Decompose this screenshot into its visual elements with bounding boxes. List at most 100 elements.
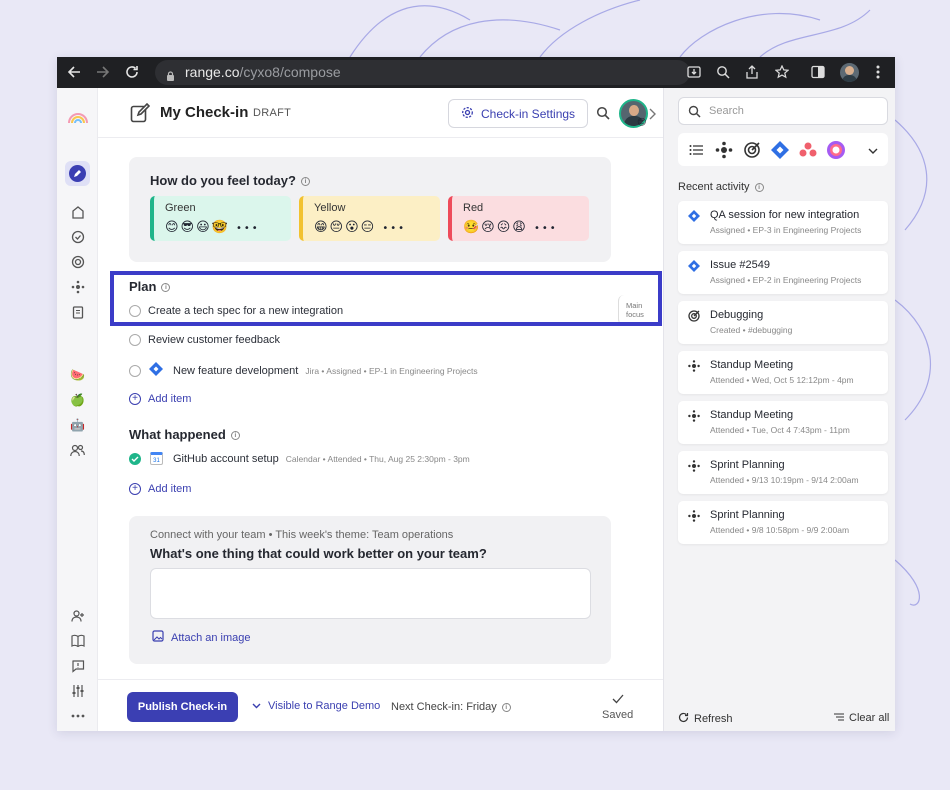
mood-option-red[interactable]: Red 🤒😢😖😩 ••• [448, 196, 589, 241]
install-icon[interactable] [686, 64, 702, 80]
check-circle-icon[interactable] [69, 228, 86, 245]
mood-card: How do you feel today? i Green 😊😎😃🤓 ••• Y… [129, 157, 611, 262]
meetings-filter-icon[interactable] [712, 138, 735, 161]
sidebar-search-input[interactable]: Search [678, 97, 888, 125]
target-icon [688, 310, 700, 322]
activity-filter-bar [678, 133, 888, 166]
chevron-down-icon[interactable] [868, 141, 878, 159]
team-question-text: What's one thing that could work better … [150, 546, 487, 561]
pencil-icon [69, 165, 86, 182]
settings-sliders-icon[interactable] [69, 682, 86, 699]
info-icon[interactable]: i [300, 177, 310, 187]
checked-icon[interactable] [129, 452, 141, 465]
search-icon[interactable] [596, 106, 610, 125]
more-icon[interactable] [69, 707, 86, 724]
attach-image-button[interactable]: Attach an image [152, 630, 251, 645]
clipboard-icon[interactable] [69, 303, 86, 320]
plan-add-item-button[interactable]: + Add item [129, 393, 191, 405]
share-icon[interactable] [744, 64, 760, 80]
mood-question: How do you feel today? i [150, 173, 310, 188]
activity-item[interactable]: QA session for new integration Assigned … [678, 201, 888, 244]
clear-list-icon [834, 712, 844, 724]
compose-nav-button[interactable] [65, 161, 90, 186]
team-answer-input[interactable] [150, 568, 591, 619]
people-icon[interactable] [69, 442, 86, 459]
checkbox[interactable] [129, 364, 141, 377]
activity-item[interactable]: Sprint Planning Attended • 9/8 10:58pm -… [678, 501, 888, 544]
meeting-icon [688, 410, 700, 422]
chevron-down-icon [252, 700, 261, 712]
next-checkin-text: Next Check-in: Friday i [391, 701, 511, 713]
back-icon[interactable] [66, 64, 82, 80]
zoom-icon[interactable] [715, 64, 731, 80]
jira-icon [688, 260, 700, 272]
what-happened-heading: What happened i [129, 427, 240, 442]
search-icon [688, 105, 701, 123]
range-logo[interactable] [66, 109, 90, 126]
team-question-card: Connect with your team • This week's the… [129, 516, 611, 664]
sidebar-footer: Refresh Clear all [664, 698, 895, 731]
refresh-icon [678, 712, 689, 726]
meeting-icon [688, 360, 700, 372]
draft-status: DRAFT [253, 107, 292, 119]
what-happened-item[interactable]: 31 GitHub account setup Calendar • Attende… [129, 452, 470, 465]
plan-item[interactable]: Review customer feedback [129, 334, 280, 346]
bookmark-star-icon[interactable] [774, 64, 790, 80]
home-icon[interactable] [69, 203, 86, 220]
what-happened-add-item-button[interactable]: + Add item [129, 483, 191, 495]
plan-item-highlight [110, 271, 662, 326]
image-icon [152, 630, 164, 645]
avatar-mood-emoji: 😊 [637, 118, 647, 128]
mood-option-yellow[interactable]: Yellow 😁😔😮😑 ••• [299, 196, 440, 241]
activity-item[interactable]: Standup Meeting Attended • Wed, Oct 5 12… [678, 351, 888, 394]
checkin-settings-button[interactable]: Check-in Settings [448, 99, 588, 128]
feedback-icon[interactable] [69, 657, 86, 674]
info-icon[interactable]: i [501, 702, 511, 712]
plan-item[interactable]: New feature development Jira • Assigned •… [129, 362, 478, 379]
activity-item[interactable]: Issue #2549 Assigned • EP-2 in Engineeri… [678, 251, 888, 294]
goals-filter-icon[interactable] [740, 138, 763, 161]
meetings-icon[interactable] [69, 278, 86, 295]
add-user-icon[interactable] [69, 607, 86, 624]
chevron-right-icon[interactable] [649, 107, 656, 125]
jira-icon [149, 362, 163, 379]
info-icon[interactable]: i [230, 431, 240, 441]
goals-icon[interactable] [69, 253, 86, 270]
clickup-filter-icon[interactable] [824, 138, 847, 161]
list-filter-icon[interactable] [684, 138, 707, 161]
compose-icon [130, 102, 151, 128]
refresh-button[interactable]: Refresh [678, 712, 733, 726]
book-icon[interactable] [69, 632, 86, 649]
sidebar-toggle-icon[interactable] [810, 64, 826, 80]
app-sidebar: 🍉 🍏 🤖 [57, 88, 98, 731]
reload-icon[interactable] [124, 64, 140, 80]
visibility-dropdown[interactable]: Visible to Range Demo [252, 700, 380, 712]
more-menu-icon[interactable] [870, 64, 886, 80]
team-question-subtitle: Connect with your team • This week's the… [150, 529, 454, 541]
meeting-icon [688, 460, 700, 472]
plus-icon: + [129, 483, 141, 495]
robot-team-icon[interactable]: 🤖 [69, 416, 86, 433]
activity-item[interactable]: Sprint Planning Attended • 9/13 10:19pm … [678, 451, 888, 494]
url-text: range.co/cyxo8/compose [185, 64, 341, 80]
publish-checkin-button[interactable]: Publish Check-in [127, 692, 238, 722]
recent-activity-title: Recent activity i [678, 181, 764, 193]
page-header: My Check-in DRAFT Check-in Settings 😊 [98, 88, 663, 138]
address-bar[interactable]: range.co/cyxo8/compose [155, 60, 690, 85]
browser-window: range.co/cyxo8/compose 🍉 🍏 🤖 My Check-in… [57, 57, 895, 731]
apple-team-icon[interactable]: 🍏 [69, 391, 86, 408]
browser-toolbar: range.co/cyxo8/compose [57, 57, 895, 88]
forward-icon[interactable] [95, 64, 111, 80]
asana-filter-icon[interactable] [796, 138, 819, 161]
checkin-content: How do you feel today? i Green 😊😎😃🤓 ••• Y… [98, 139, 663, 679]
checkbox[interactable] [129, 334, 141, 346]
profile-avatar[interactable] [840, 63, 859, 82]
info-icon[interactable]: i [754, 182, 764, 192]
activity-item[interactable]: Debugging Created • #debugging [678, 301, 888, 344]
mood-option-green[interactable]: Green 😊😎😃🤓 ••• [150, 196, 291, 241]
clear-all-button[interactable]: Clear all [834, 712, 889, 724]
watermelon-team-icon[interactable]: 🍉 [69, 366, 86, 383]
plus-icon: + [129, 393, 141, 405]
activity-item[interactable]: Standup Meeting Attended • Tue, Oct 4 7:… [678, 401, 888, 444]
jira-filter-icon[interactable] [768, 138, 791, 161]
